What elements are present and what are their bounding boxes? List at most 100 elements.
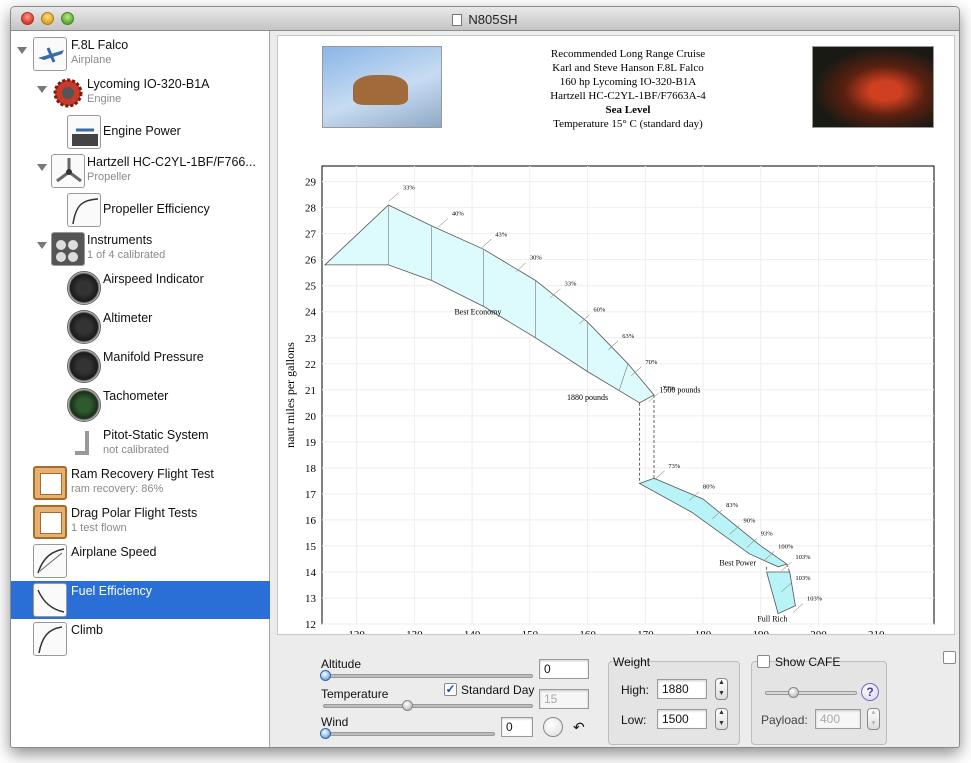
airplane-icon (33, 37, 67, 71)
power-percent-label: 100% (778, 544, 794, 551)
clipboard-icon (33, 466, 67, 500)
altitude-slider-knob[interactable] (320, 670, 331, 681)
power-percent-label: 63% (622, 333, 635, 340)
show-cafe-checkbox[interactable] (757, 655, 770, 668)
controls-panel: Altitude 0 Temperature ✓ Standard Day 15… (271, 637, 959, 747)
chart-subtitle-propeller: Hartzell HC-C2YL-1BF/F7663A-4 (550, 90, 706, 102)
engine-icon (51, 76, 85, 110)
fuel-curve-icon (33, 583, 67, 617)
help-icon[interactable]: ? (861, 683, 879, 701)
reset-arrow-icon[interactable]: ↶ (573, 719, 585, 736)
sidebar-item-label: Pitot-Static System (103, 428, 209, 442)
sidebar-item-label: Altimeter (103, 311, 153, 325)
power-percent-label: 43% (495, 231, 508, 238)
disclosure-triangle-icon[interactable] (37, 242, 47, 249)
cafe-slider-knob[interactable] (787, 687, 799, 698)
sidebar-item-engine[interactable]: Lycoming IO-320-B1A Engine (11, 74, 270, 112)
y-tick-label: 16 (305, 515, 317, 527)
sidebar-item-label: Hartzell HC-C2YL-1BF/F766... (87, 155, 256, 169)
temperature-label: Temperature (321, 687, 389, 701)
y-tick-label: 28 (305, 203, 317, 215)
standard-day-checkbox[interactable]: ✓ (444, 683, 457, 696)
sidebar-item-propeller-efficiency[interactable]: Propeller Efficiency (11, 191, 270, 229)
engine-power-icon (67, 115, 101, 149)
power-percent-label: 103% (795, 575, 811, 582)
sidebar-item-label: Manifold Pressure (103, 350, 204, 364)
temperature-field[interactable]: 15 (539, 689, 589, 709)
wind-slider-knob[interactable] (320, 728, 331, 739)
wind-slider-track[interactable] (323, 732, 495, 736)
sidebar-item-manifold-pressure[interactable]: Manifold Pressure (11, 347, 270, 385)
x-tick-label: 210 (868, 629, 885, 634)
sidebar-item-instruments[interactable]: Instruments 1 of 4 calibrated (11, 230, 270, 268)
y-tick-label: 26 (305, 255, 317, 267)
sidebar-item-propeller[interactable]: Hartzell HC-C2YL-1BF/F766... Propeller (11, 152, 270, 190)
document-icon (452, 14, 463, 26)
standard-day-label: Standard Day (461, 683, 535, 697)
temperature-slider-knob[interactable] (401, 700, 413, 711)
sidebar-item-label: Fuel Efficiency (71, 584, 153, 598)
weight-high-stepper[interactable] (715, 678, 728, 700)
wind-direction-dial[interactable] (543, 717, 563, 737)
curve-graph-icon (67, 193, 101, 227)
chart-annotation: Best Power (719, 558, 756, 567)
payload-stepper[interactable] (867, 708, 880, 730)
weight-high-field[interactable]: 1880 (657, 679, 707, 699)
climb-curve-icon (33, 622, 67, 656)
y-tick-label: 17 (305, 489, 317, 501)
altitude-label: Altitude (321, 657, 362, 671)
y-tick-label: 21 (305, 385, 316, 397)
y-tick-label: 15 (305, 541, 317, 553)
sidebar-item-tachometer[interactable]: Tachometer (11, 386, 270, 424)
power-percent-label: 33% (403, 184, 416, 191)
sidebar-item-label: F.8L Falco (71, 38, 129, 52)
x-tick-label: 190 (753, 629, 770, 634)
power-percent-label: 73% (668, 463, 681, 470)
x-tick-label: 160 (579, 629, 596, 634)
show-cafe-label: Show CAFE (775, 655, 841, 669)
sidebar-item-sub: 1 test flown (71, 522, 127, 534)
weight-low-label: Low: (621, 713, 647, 727)
wind-field[interactable]: 0 (501, 717, 533, 737)
sidebar-item-engine-power[interactable]: Engine Power (11, 113, 270, 151)
disclosure-triangle-icon[interactable] (37, 86, 47, 93)
sidebar-item-airspeed-indicator[interactable]: Airspeed Indicator (11, 269, 270, 307)
weight-low-stepper[interactable] (715, 708, 728, 730)
sidebar-item-drag-polar[interactable]: Drag Polar Flight Tests 1 test flown (11, 503, 270, 541)
sidebar-item-ram-recovery[interactable]: Ram Recovery Flight Test ram recovery: 8… (11, 464, 270, 502)
weight-low-field[interactable]: 1500 (657, 709, 707, 729)
options-checkbox[interactable] (943, 651, 956, 664)
y-tick-label: 22 (305, 359, 316, 371)
sidebar-item-pitot-static[interactable]: Pitot-Static System not calibrated (11, 425, 270, 463)
temperature-slider-track[interactable] (323, 704, 533, 708)
y-tick-label: 14 (305, 567, 317, 579)
airspeed-gauge-icon (67, 271, 101, 305)
disclosure-triangle-icon[interactable] (17, 47, 27, 54)
sidebar-item-airplane[interactable]: F.8L Falco Airplane (11, 35, 270, 73)
chart-annotation: Full Rich (757, 614, 787, 623)
power-percent-label: 60% (593, 307, 606, 314)
y-tick-label: 24 (305, 307, 317, 319)
power-percent-label: 70% (645, 359, 658, 366)
payload-field[interactable]: 400 (815, 709, 861, 729)
sidebar-item-climb[interactable]: Climb (11, 620, 270, 658)
y-tick-label: 18 (305, 463, 317, 475)
y-tick-label: 20 (305, 411, 317, 423)
biplane-photo (322, 46, 442, 128)
y-tick-label: 12 (305, 619, 316, 631)
tachometer-gauge-icon (67, 388, 101, 422)
chart-subtitle-altitude: Sea Level (605, 104, 651, 116)
x-tick-label: 150 (522, 629, 539, 634)
cafe-slider-track[interactable] (765, 691, 857, 695)
power-percent-label: 83% (726, 502, 739, 509)
disclosure-triangle-icon[interactable] (37, 164, 47, 171)
sidebar-item-altimeter[interactable]: Altimeter (11, 308, 270, 346)
power-percent-label: 40% (452, 210, 465, 217)
chart-annotation: Best Economy (454, 307, 501, 316)
propeller-icon (51, 154, 85, 188)
sidebar-item-airplane-speed[interactable]: Airplane Speed (11, 542, 270, 580)
sidebar-item-fuel-efficiency[interactable]: Fuel Efficiency (11, 581, 270, 619)
altitude-slider-track[interactable] (323, 674, 533, 678)
altitude-field[interactable]: 0 (539, 659, 589, 679)
sidebar-item-label: Airplane Speed (71, 545, 157, 559)
